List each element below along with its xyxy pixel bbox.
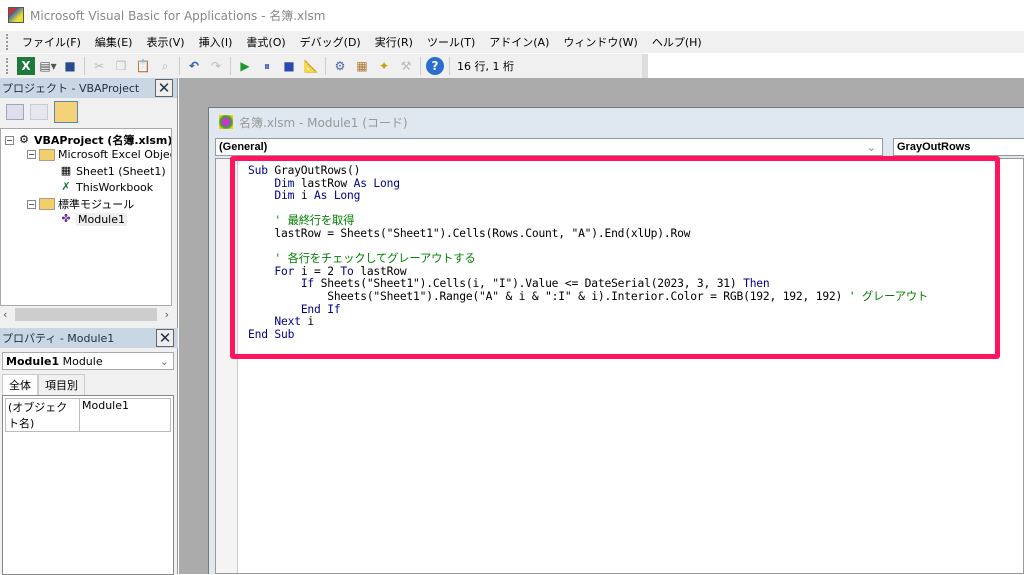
tab-categorized[interactable]: 項目別 xyxy=(38,374,85,395)
close-properties-button[interactable]: ✕ xyxy=(156,329,174,347)
properties-titlebar: プロパティ - Module1 ✕ xyxy=(0,328,178,348)
separator xyxy=(449,57,450,75)
tree-node-vbaproject[interactable]: − ⚙ VBAProject (名簿.xlsm) xyxy=(5,132,171,148)
help-icon[interactable]: ? xyxy=(426,57,444,75)
vba-app-icon xyxy=(8,7,24,23)
design-mode-icon[interactable]: 📐 xyxy=(302,57,320,75)
module-icon: ✤ xyxy=(61,212,71,225)
save-icon[interactable]: ■ xyxy=(61,57,79,75)
view-object-icon[interactable] xyxy=(30,104,48,120)
menu-bar: ファイル(F) 編集(E) 表示(V) 挿入(I) 書式(O) デバッグ(D) … xyxy=(0,31,1024,53)
menu-debug[interactable]: デバッグ(D) xyxy=(293,34,368,50)
pause-icon[interactable]: ⏸ xyxy=(258,57,276,75)
collapse-icon[interactable]: − xyxy=(27,199,36,209)
property-name: (オブジェクト名) xyxy=(6,399,80,431)
toolbox-icon[interactable]: ⚒ xyxy=(397,57,415,75)
copy-icon[interactable]: ❐ xyxy=(112,57,130,75)
menu-tools[interactable]: ツール(T) xyxy=(420,34,482,50)
run-icon[interactable]: ▶ xyxy=(236,57,254,75)
folder-icon xyxy=(39,148,55,161)
close-project-explorer-button[interactable]: ✕ xyxy=(155,79,173,97)
cut-icon[interactable]: ✂ xyxy=(90,57,108,75)
tree-node-thisworkbook[interactable]: ✗ ThisWorkbook xyxy=(59,180,153,194)
project-explorer-icon[interactable]: ⚙ xyxy=(331,57,349,75)
view-code-icon[interactable] xyxy=(6,104,24,120)
tree-node-module1[interactable]: ✤ Module1 xyxy=(59,212,127,226)
tab-alphabetic[interactable]: 全体 xyxy=(2,374,38,395)
chevron-down-icon: ⌄ xyxy=(866,141,876,154)
code-window-titlebar: 名簿.xlsm - Module1 (コード) xyxy=(209,108,1024,136)
properties-grid: (オブジェクト名) Module1 xyxy=(2,395,174,575)
standard-toolbar: X ▤▾ ■ ✂ ❐ 📋 ⌕ ↶ ↷ ▶ ⏸ ■ 📐 ⚙ ▦ ✦ ⚒ ? 16 … xyxy=(0,54,648,78)
grip-icon xyxy=(6,34,9,50)
workbook-icon: ✗ xyxy=(61,180,71,193)
menu-addins[interactable]: アドイン(A) xyxy=(482,34,556,50)
module-icon xyxy=(219,115,233,129)
scroll-left-icon[interactable]: ‹ xyxy=(3,308,7,321)
tree-node-standard-modules[interactable]: − 標準モジュール xyxy=(27,196,134,212)
window-title: Microsoft Visual Basic for Applications … xyxy=(30,8,326,23)
reset-icon[interactable]: ■ xyxy=(280,57,298,75)
code-window-title: 名簿.xlsm - Module1 (コード) xyxy=(239,115,408,130)
highlight-box xyxy=(230,156,1000,359)
object-selector[interactable]: Module1 Module ⌄ xyxy=(2,352,174,370)
property-value[interactable]: Module1 xyxy=(80,399,131,431)
toggle-folders-icon[interactable] xyxy=(54,101,78,123)
project-explorer-titlebar: プロジェクト - VBAProject ✕ xyxy=(0,78,177,98)
cursor-position: 16 行, 1 桁 xyxy=(457,60,514,73)
collapse-icon[interactable]: − xyxy=(27,150,36,159)
collapse-icon[interactable]: − xyxy=(5,135,14,145)
folder-icon xyxy=(39,198,55,210)
excel-icon[interactable]: X xyxy=(17,57,35,75)
separator xyxy=(230,57,231,75)
menu-view[interactable]: 表示(V) xyxy=(139,34,191,50)
insert-userform-icon[interactable]: ▤▾ xyxy=(39,57,57,75)
chevron-down-icon: ⌄ xyxy=(159,354,169,368)
project-explorer-title: プロジェクト - VBAProject xyxy=(2,82,140,95)
property-row[interactable]: (オブジェクト名) Module1 xyxy=(5,398,171,432)
menu-file[interactable]: ファイル(F) xyxy=(15,34,88,50)
paste-icon[interactable]: 📋 xyxy=(134,57,152,75)
menu-window[interactable]: ウィンドウ(W) xyxy=(556,34,644,50)
properties-tabs: 全体 項目別 xyxy=(0,374,178,395)
vbaproject-icon: ⚙ xyxy=(19,133,29,146)
project-tree: − ⚙ VBAProject (名簿.xlsm) − Microsoft Exc… xyxy=(0,128,172,306)
title-bar: Microsoft Visual Basic for Applications … xyxy=(0,0,1024,30)
grip-icon xyxy=(6,58,9,74)
menu-insert[interactable]: 挿入(I) xyxy=(192,34,240,50)
separator xyxy=(179,57,180,75)
menu-edit[interactable]: 編集(E) xyxy=(88,34,140,50)
tree-node-sheet1[interactable]: ▦ Sheet1 (Sheet1) xyxy=(59,164,166,178)
separator xyxy=(420,57,421,75)
menu-format[interactable]: 書式(O) xyxy=(239,34,292,50)
scroll-right-icon[interactable]: › xyxy=(165,308,169,321)
separator xyxy=(84,57,85,75)
scroll-thumb[interactable] xyxy=(15,308,157,321)
project-toolbar xyxy=(0,98,177,126)
project-tree-scrollbar[interactable]: ‹ › xyxy=(0,306,172,323)
redo-icon[interactable]: ↷ xyxy=(207,57,225,75)
object-combo[interactable]: (General) ⌄ xyxy=(215,138,883,156)
separator xyxy=(325,57,326,75)
left-pane: プロジェクト - VBAProject ✕ − ⚙ VBAProject (名簿… xyxy=(0,78,178,575)
menu-run[interactable]: 実行(R) xyxy=(368,34,420,50)
tree-node-excel-objects[interactable]: − Microsoft Excel Objects xyxy=(27,148,171,161)
menu-help[interactable]: ヘルプ(H) xyxy=(645,34,709,50)
procedure-combo[interactable]: GrayOutRows xyxy=(893,138,1024,156)
properties-window: プロパティ - Module1 ✕ Module1 Module ⌄ 全体 項目… xyxy=(0,328,178,575)
undo-icon[interactable]: ↶ xyxy=(185,57,203,75)
properties-title: プロパティ - Module1 xyxy=(2,332,115,345)
worksheet-icon: ▦ xyxy=(60,164,72,177)
object-browser-icon[interactable]: ✦ xyxy=(375,57,393,75)
properties-window-icon[interactable]: ▦ xyxy=(353,57,371,75)
find-icon[interactable]: ⌕ xyxy=(156,57,174,75)
